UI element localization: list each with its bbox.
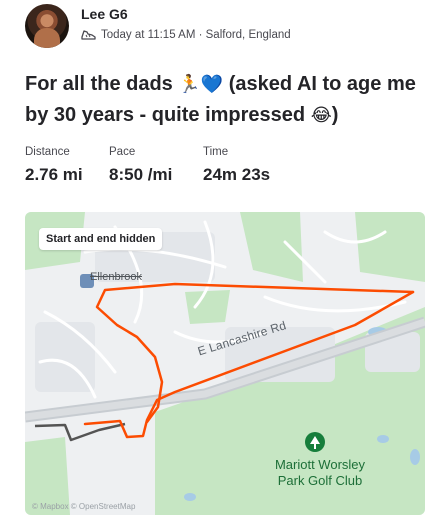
page-edge	[425, 212, 435, 530]
tree-icon	[305, 432, 325, 452]
blue-heart-emoji: 💙	[200, 74, 224, 95]
title-text-1: For all the dads	[25, 73, 179, 95]
stat-value: 8:50 /mi	[109, 165, 173, 184]
activity-stats: Distance 2.76 mi Pace 8:50 /mi Time 24m …	[25, 146, 294, 185]
activity-title[interactable]: For all the dads 🏃💙 (asked AI to age me …	[25, 69, 425, 131]
start-end-hidden-badge: Start and end hidden	[39, 228, 163, 250]
map-attribution: © Mapbox © OpenStreetMap	[32, 502, 136, 511]
stat-distance: Distance 2.76 mi	[25, 146, 85, 185]
activity-meta: Today at 11:15 AM · Salford, England	[81, 28, 291, 41]
athlete-name[interactable]: Lee G6	[81, 6, 128, 22]
stat-pace: Pace 8:50 /mi	[109, 146, 179, 185]
activity-meta-text: Today at 11:15 AM · Salford, England	[101, 28, 291, 41]
runner-emoji: 🏃	[178, 74, 201, 95]
hidden-route	[34, 422, 126, 442]
stat-label: Time	[203, 146, 229, 158]
stat-time: Time 24m 23s	[203, 146, 270, 185]
title-text-3: )	[331, 104, 339, 126]
place-label: Ellenbrook	[90, 271, 142, 283]
stat-label: Pace	[109, 146, 136, 158]
activity-header: Lee G6 Today at 11:15 AM · Salford, Engl…	[25, 4, 425, 48]
laughing-emoji: 😂	[310, 105, 332, 126]
stat-value: 2.76 mi	[25, 165, 83, 184]
poi-name: Mariott Worsley Park Golf Club	[274, 457, 366, 488]
avatar[interactable]	[25, 4, 69, 48]
stat-label: Distance	[25, 146, 70, 158]
shoe-icon	[81, 30, 96, 40]
stat-value: 24m 23s	[203, 165, 271, 184]
